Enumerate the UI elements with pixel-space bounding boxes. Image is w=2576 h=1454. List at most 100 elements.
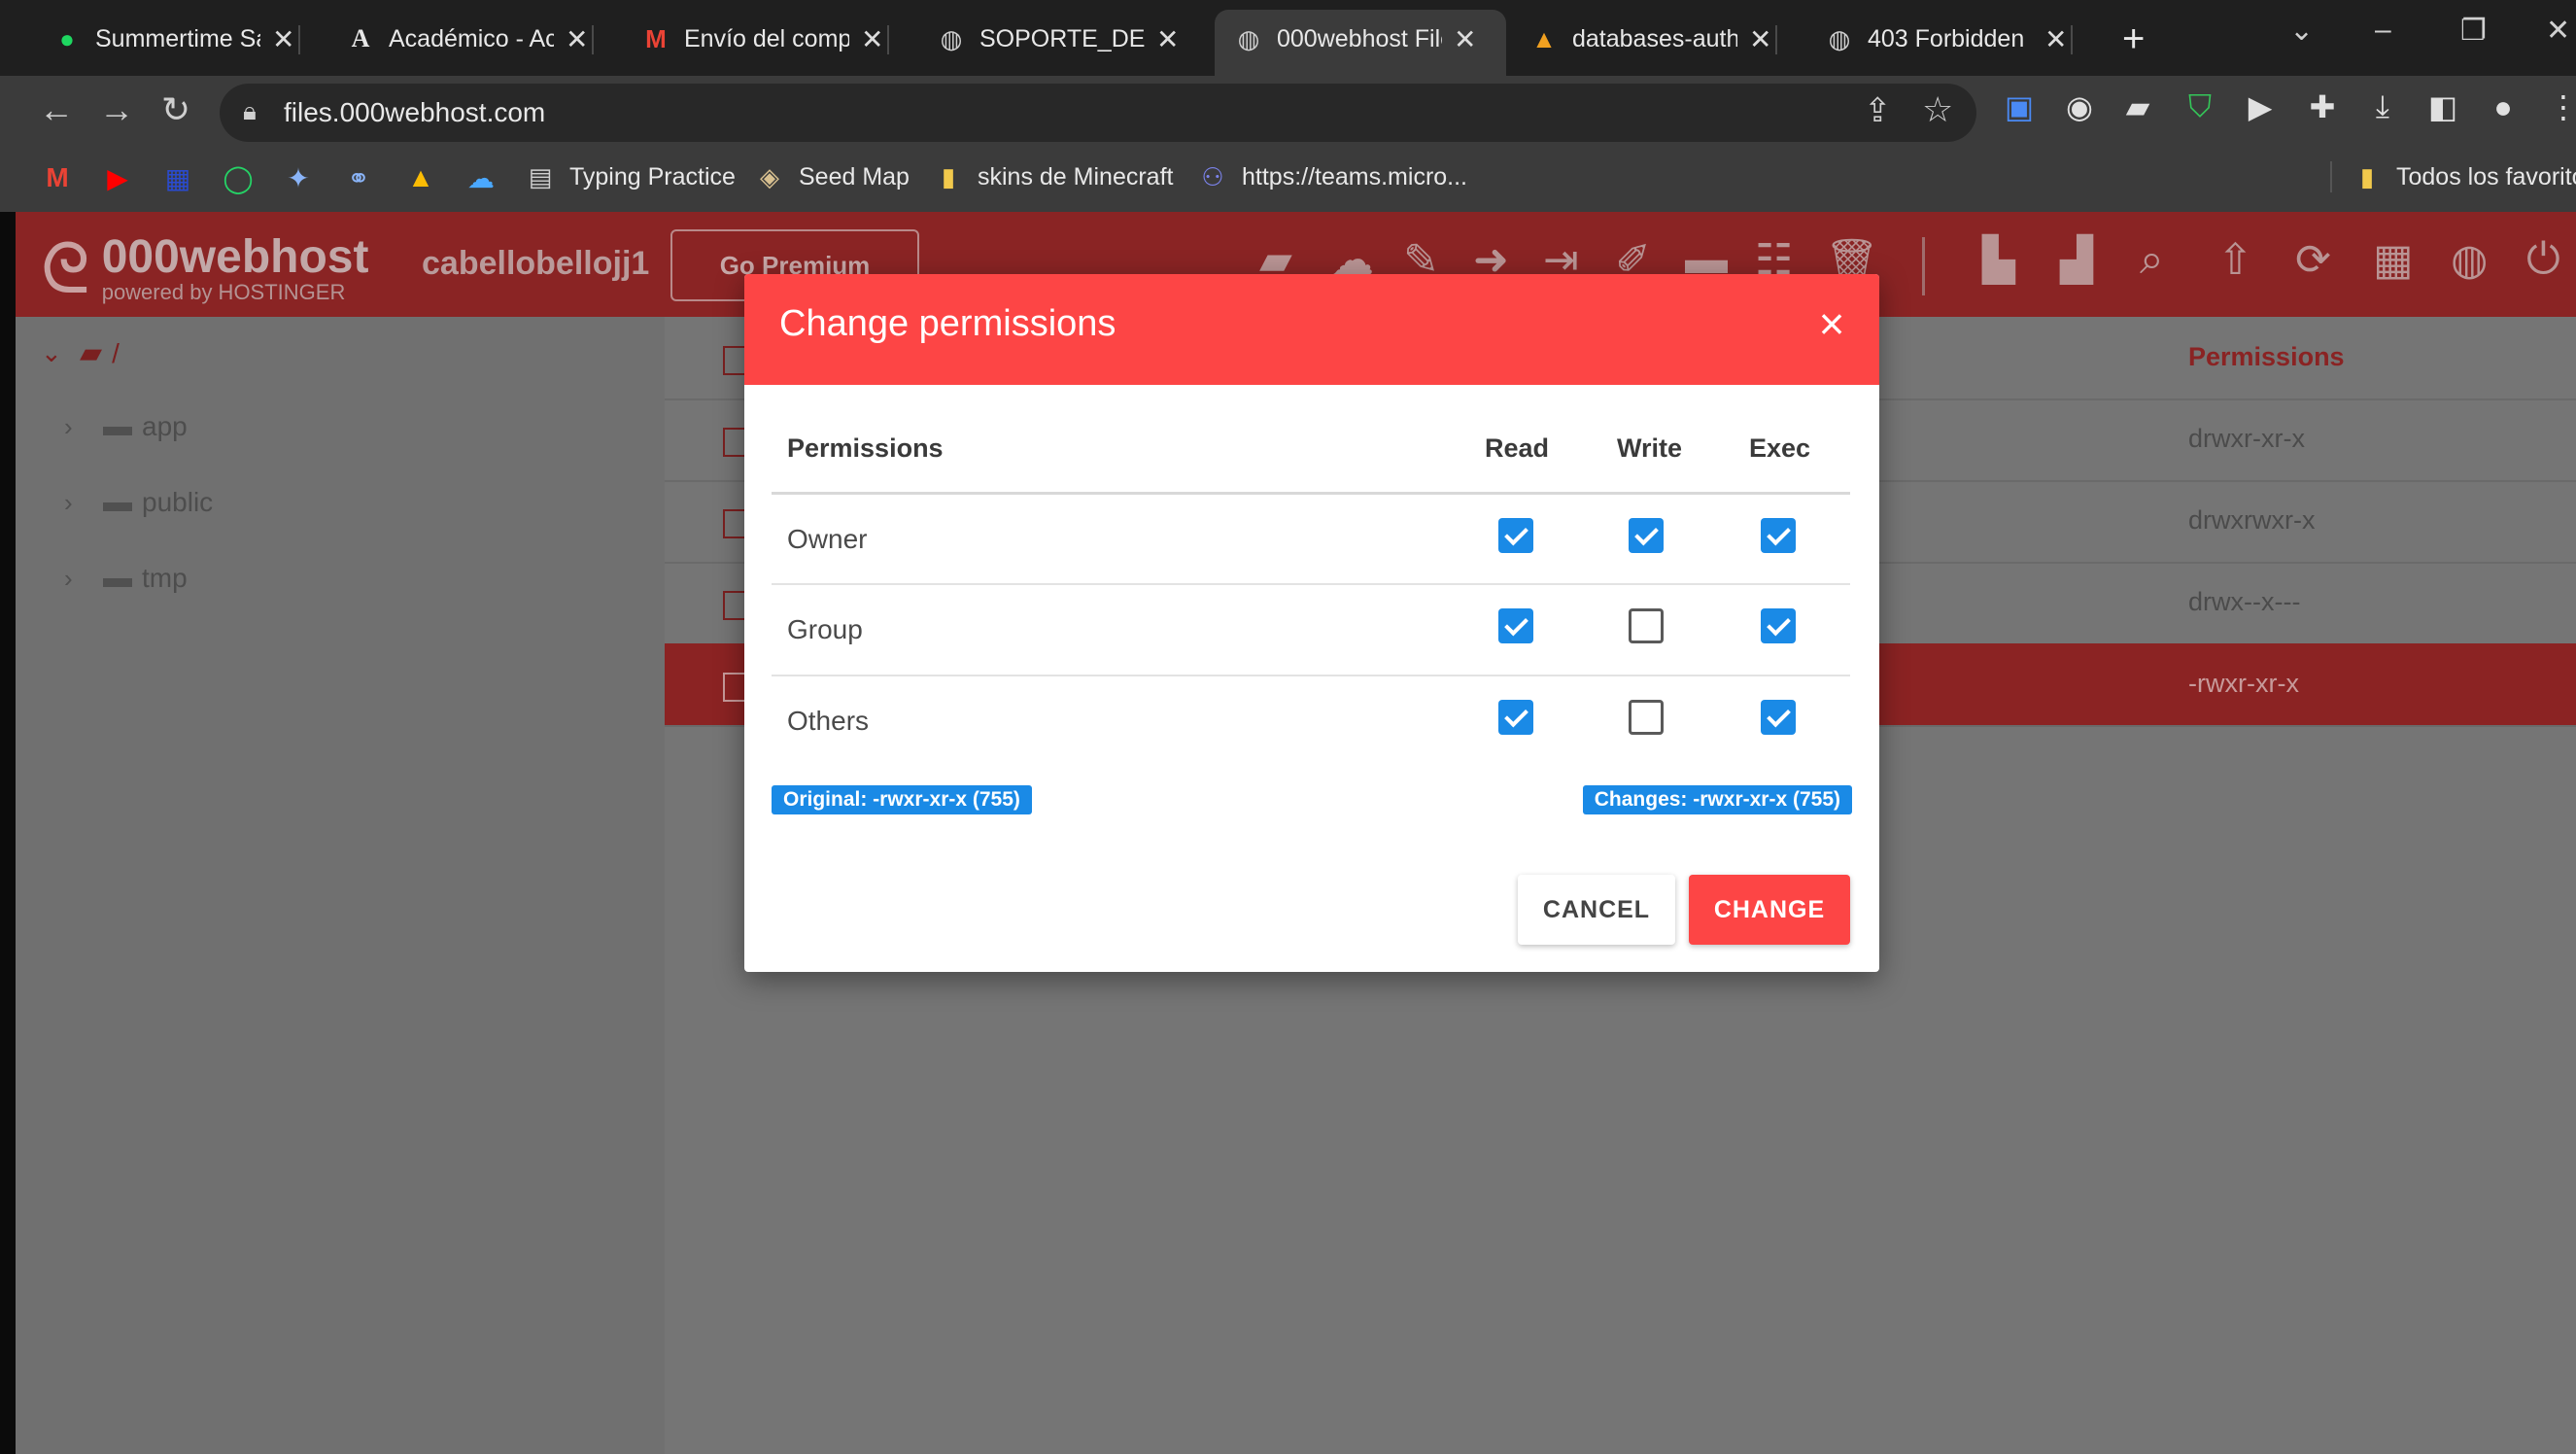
menu-icon[interactable]: ⋮ [2546,89,2576,124]
window-close-icon[interactable]: ✕ [2546,14,2570,48]
group-exec-checkbox[interactable] [1761,608,1796,643]
tree-item-label: app [142,411,188,441]
chevron-right-icon[interactable]: › [64,564,103,594]
refresh-icon[interactable]: ⟳ [2295,235,2331,285]
avatar[interactable]: ● [2486,89,2521,124]
close-icon[interactable]: ✕ [1454,23,1476,55]
others-write-checkbox[interactable] [1629,700,1664,735]
tab-title: SOPORTE_DE_PA [979,24,1145,52]
play-icon[interactable]: ▶ [2243,89,2278,124]
new-folder-icon[interactable]: ▟ [2060,235,2093,285]
grid-view-icon[interactable]: ▦ [2373,235,2414,285]
extension-clapper-icon[interactable]: ▰ [2120,89,2155,124]
close-icon[interactable]: ✕ [566,23,588,55]
chevron-down-icon[interactable]: ⌄ [41,338,80,368]
close-icon[interactable]: ✕ [1749,23,1771,55]
address-bar[interactable]: 🔒︎ files.000webhost.com ⇪ ☆ [220,84,1976,142]
folder-icon: ▬ [103,562,132,594]
youtube-icon[interactable]: ▶ [101,161,134,194]
folder-open-icon: ▰ [80,337,103,369]
tree-root[interactable]: ⌄ ▰ / [41,336,120,370]
forward-icon[interactable]: → [99,89,134,130]
new-file-icon[interactable]: ▙ [1982,235,2015,285]
puzzle-icon[interactable]: ✚ [2305,89,2340,124]
drive-icon[interactable]: ▲ [404,161,437,194]
upload-icon[interactable]: ⇧ [2217,235,2253,285]
tab-search-icon[interactable]: ⌄ [2289,14,2314,48]
close-icon[interactable]: ✕ [861,23,883,55]
minimize-icon[interactable]: – [2375,14,2391,47]
bookmark-seed-map[interactable]: ◈ Seed Map [754,161,910,192]
restore-icon[interactable]: ❐ [2460,14,2487,48]
reload-icon[interactable]: ↻ [161,89,190,130]
tree-item-tmp[interactable]: › ▬ tmp [64,562,188,595]
new-tab-button[interactable]: + [2122,17,2145,61]
sparkle-icon[interactable]: ✦ [282,161,315,194]
others-exec-checkbox[interactable] [1761,700,1796,735]
translate-icon[interactable]: ▣ [2002,89,2037,124]
bookmark-skins-minecraft[interactable]: ▮ skins de Minecraft [933,161,1174,192]
cancel-button[interactable]: CANCEL [1518,875,1675,945]
gmail-icon: M [645,23,667,53]
tab-title: databases-auth. [1572,24,1737,52]
row-permissions: drwxr-xr-x [2188,424,2305,453]
globe-icon[interactable]: ◍ [2451,235,2488,285]
speed-icon[interactable]: ◉ [2062,89,2097,124]
bookmark-teams[interactable]: ⚇ https://teams.micro... [1197,161,1467,192]
logo-name: 000webhost [101,231,369,283]
bookmark-star-icon[interactable]: ☆ [1922,89,1953,130]
permission-row-group: Group [772,583,1850,675]
globe-icon: ◍ [940,23,963,53]
download-icon[interactable]: ⤓ [2365,88,2400,124]
row-checkbox[interactable] [723,673,744,702]
select-all-checkbox[interactable] [723,346,744,375]
close-icon[interactable]: ✕ [272,23,294,55]
owner-read-checkbox[interactable] [1498,518,1533,553]
group-write-checkbox[interactable] [1629,608,1664,643]
shield-icon[interactable]: ⛉ [2182,88,2217,124]
change-button[interactable]: CHANGE [1689,875,1850,945]
calendar-icon[interactable]: ▦ [161,161,194,194]
row-checkbox[interactable] [723,428,744,457]
browser-tab-academico[interactable]: A Académico - Aca ✕ [326,14,595,64]
group-read-checkbox[interactable] [1498,608,1533,643]
bookmark-all-favorites[interactable]: ▮ Todos los favoritos [2330,161,2576,192]
browser-tab-403[interactable]: ◍ 403 Forbidden ✕ [1805,14,2074,64]
browser-tab-summertime[interactable]: ● Summertime Sad ✕ [33,14,301,64]
chevron-right-icon[interactable]: › [64,488,103,518]
permissions-table: Permissions Read Write Exec Owner Group … [772,402,1850,736]
others-read-checkbox[interactable] [1498,700,1533,735]
spotify-icon: ● [59,23,75,53]
row-checkbox[interactable] [723,509,744,538]
extension-icon[interactable]: ⚭ [342,161,375,194]
close-icon[interactable]: × [1809,301,1854,346]
owner-exec-checkbox[interactable] [1761,518,1796,553]
row-permissions: drwx--x--- [2188,587,2301,616]
tree-item-app[interactable]: › ▬ app [64,410,188,443]
gmail-icon[interactable]: M [41,161,74,194]
side-panel-icon[interactable]: ◧ [2425,89,2460,124]
bookmark-typing-practice[interactable]: ▤ Typing Practice [525,161,736,192]
browser-tab-soporte[interactable]: ◍ SOPORTE_DE_PA ✕ [917,14,1180,64]
permissions-column-header[interactable]: Permissions [2188,342,2345,372]
chevron-right-icon[interactable]: › [64,412,103,442]
close-icon[interactable]: ✕ [1156,23,1179,55]
row-label: Others [787,706,870,736]
owner-write-checkbox[interactable] [1629,518,1664,553]
folder-tree: ⌄ ▰ / › ▬ app › ▬ public › ▬ tmp [16,317,667,1454]
back-icon[interactable]: ← [39,89,74,130]
browser-tab-000webhost[interactable]: ◍ 000webhost File ✕ [1215,10,1506,76]
bookmark-label: Seed Map [799,162,910,190]
share-icon[interactable]: ⇪ [1864,91,1892,130]
permission-row-owner: Owner [772,492,1850,584]
changes-permissions-badge: Changes: -rwxr-xr-x (755) [1582,785,1852,814]
browser-tab-gmail[interactable]: M Envío del compr ✕ [622,14,890,64]
power-icon[interactable]: ⏻ [2526,235,2560,284]
browser-tab-databases[interactable]: ▲ databases-auth. ✕ [1510,14,1778,64]
whatsapp-icon[interactable]: ◯ [222,161,255,194]
onedrive-icon[interactable]: ☁ [464,161,498,194]
close-icon[interactable]: ✕ [2044,23,2067,55]
tree-item-public[interactable]: › ▬ public [64,486,213,519]
row-checkbox[interactable] [723,591,744,620]
search-icon[interactable]: ⌕ [2140,235,2164,284]
